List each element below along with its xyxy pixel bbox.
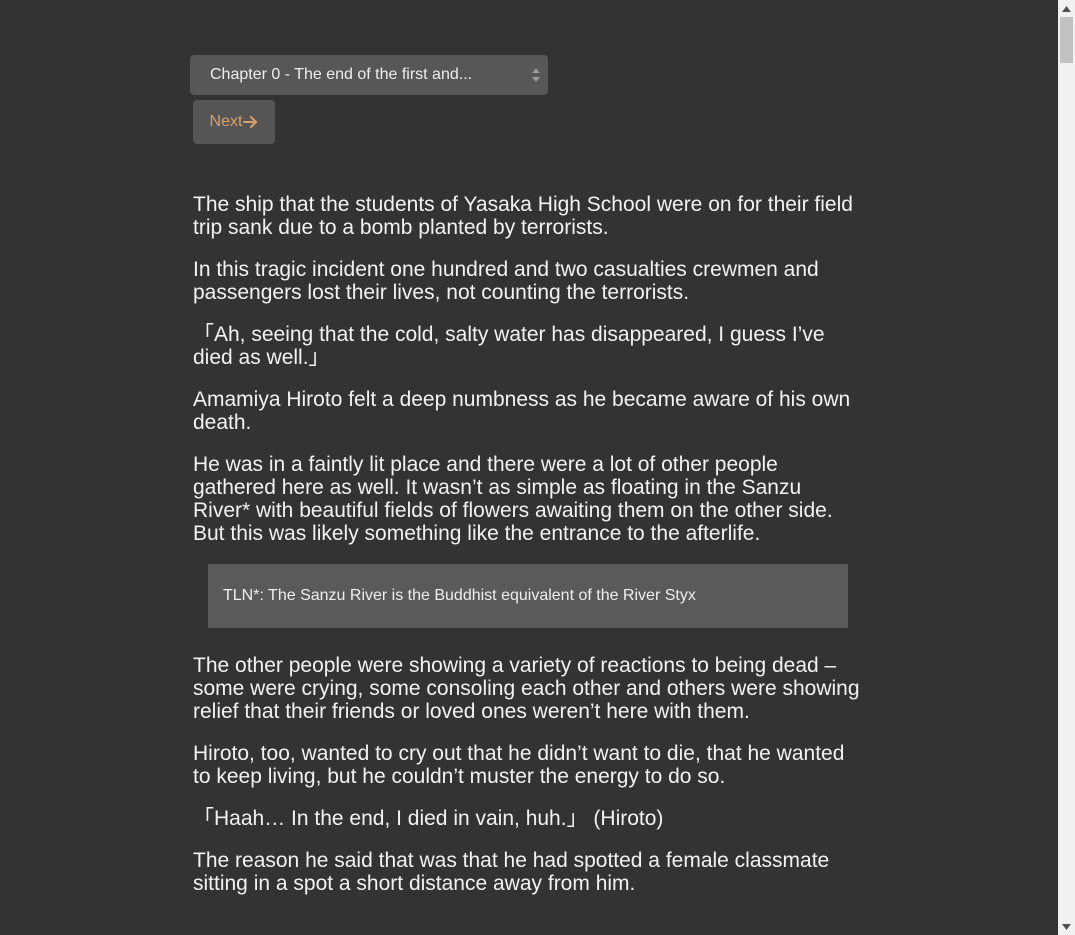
- scroll-down-arrow-icon[interactable]: [1058, 918, 1075, 935]
- chapter-content: The ship that the students of Yasaka Hig…: [193, 193, 863, 914]
- scrollbar-thumb[interactable]: [1060, 17, 1073, 63]
- scroll-up-arrow-icon[interactable]: [1058, 0, 1075, 17]
- paragraph: Hiroto, too, wanted to cry out that he d…: [193, 742, 845, 788]
- paragraph: 「Haah… In the end, I died in vain, huh.」…: [193, 807, 664, 830]
- paragraph: He was in a faintly lit place and there …: [193, 453, 833, 545]
- reader-viewport: Chapter 0 - The end of the first and... …: [0, 0, 1058, 935]
- vertical-scrollbar[interactable]: [1058, 0, 1075, 935]
- next-button-label: Next: [209, 113, 243, 130]
- chapter-select-value: Chapter 0 - The end of the first and...: [210, 66, 473, 83]
- paragraph: The other people were showing a variety …: [193, 654, 860, 723]
- next-chapter-button[interactable]: Next: [193, 100, 275, 144]
- paragraph: Amamiya Hiroto felt a deep numbness as h…: [193, 388, 851, 434]
- paragraph: 「Ah, seeing that the cold, salty water h…: [193, 323, 825, 369]
- paragraph: The reason he said that was that he had …: [193, 849, 830, 895]
- paragraph: The ship that the students of Yasaka Hig…: [193, 193, 853, 239]
- translator-note-text: TLN*: The Sanzu River is the Buddhist eq…: [223, 587, 696, 604]
- chapter-select[interactable]: Chapter 0 - The end of the first and...: [190, 55, 548, 95]
- select-arrows-icon: [532, 68, 540, 82]
- translator-note: TLN*: The Sanzu River is the Buddhist eq…: [208, 564, 848, 628]
- paragraph: In this tragic incident one hundred and …: [193, 258, 819, 304]
- arrow-right-icon: [243, 115, 258, 129]
